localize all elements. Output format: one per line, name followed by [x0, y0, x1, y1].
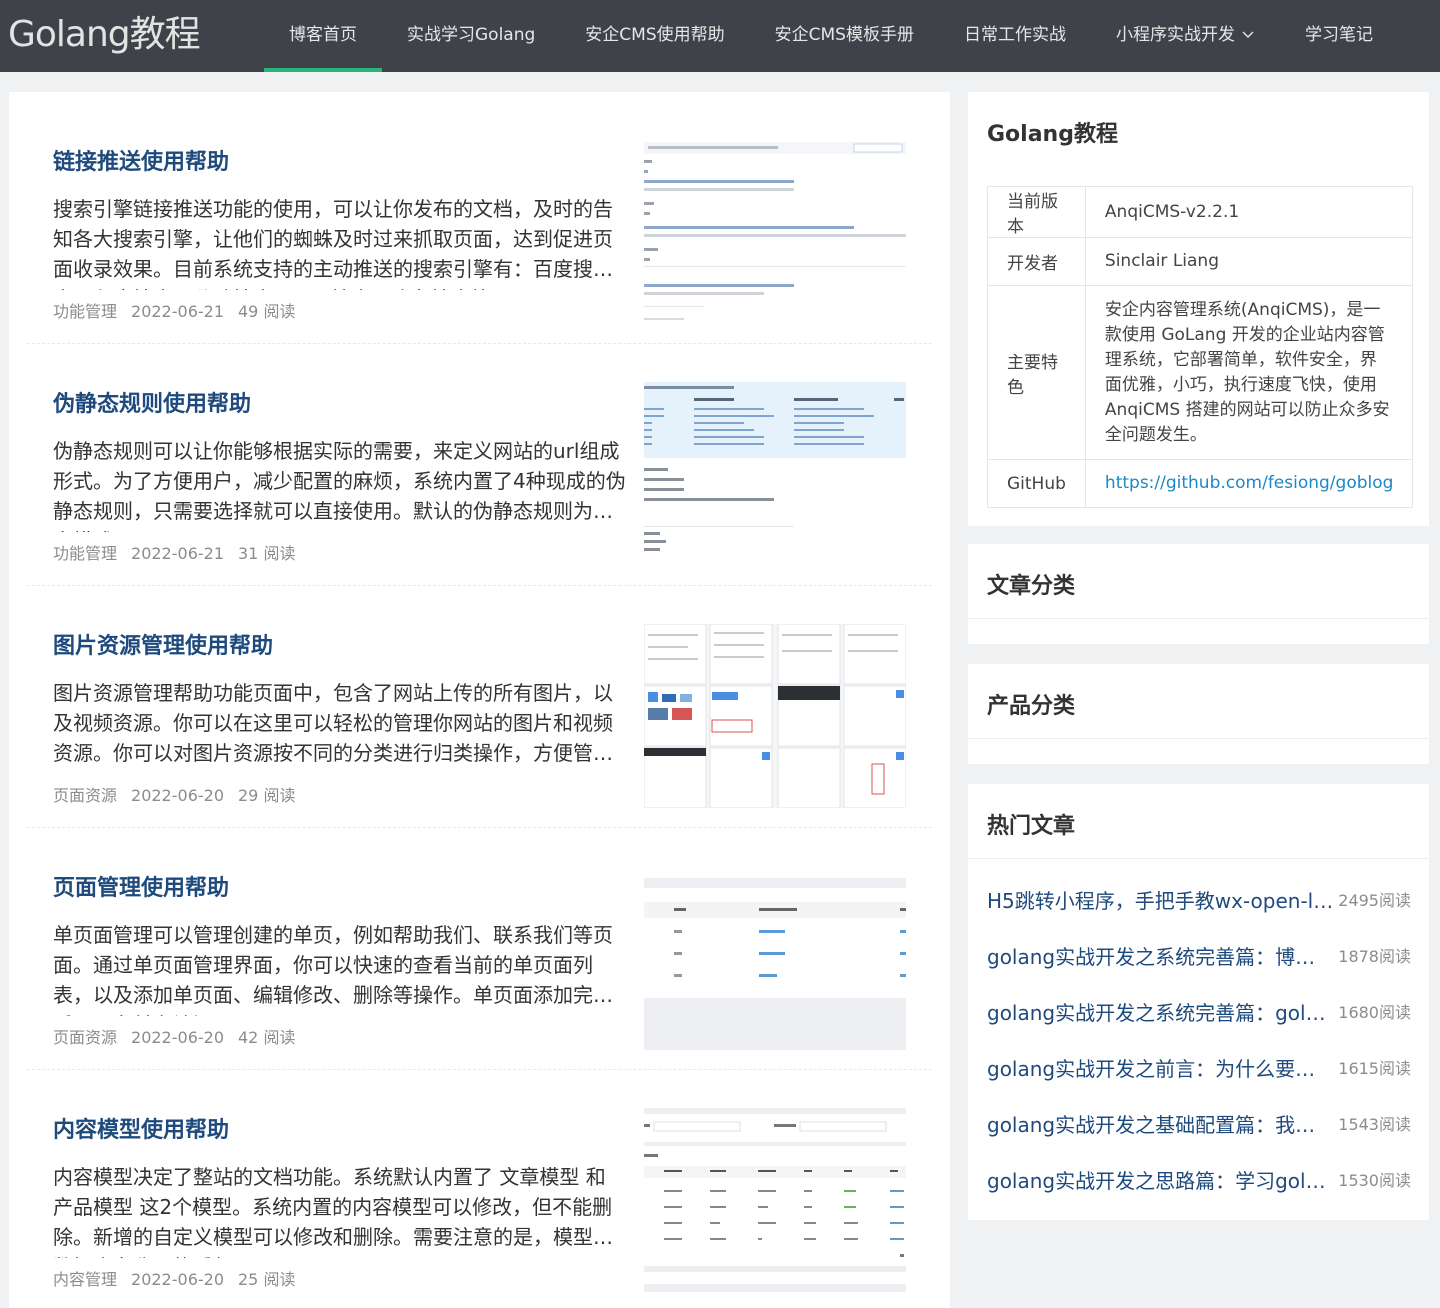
hot-article-views: 1680阅读 — [1338, 1003, 1411, 1022]
nav-item-home[interactable]: 博客首页 — [264, 0, 382, 72]
info-value-features: 安企内容管理系统(AnqiCMS)，是一款使用 GoLang 开发的企业站内容管… — [1084, 285, 1414, 460]
article-views: 31 阅读 — [238, 544, 296, 563]
site-info-table: 当前版本 AnqiCMS-v2.2.1 开发者 Sinclair Liang 主… — [987, 186, 1414, 508]
info-key: 主要特色 — [987, 285, 1086, 460]
top-navbar: Golang教程 博客首页 实战学习Golang 安企CMS使用帮助 安企CMS… — [0, 0, 1440, 72]
hot-article-item[interactable]: golang实战开发之思路篇：学习golang的思路 1530阅读 — [987, 1164, 1411, 1194]
about-card-title: Golang教程 — [987, 122, 1118, 147]
article-meta: 内容管理 2022-06-20 25 阅读 — [53, 1266, 295, 1290]
hot-article-title[interactable]: H5跳转小程序，手把手教wx-open-launch-weapp的使用 — [987, 885, 1334, 914]
article-meta: 页面资源 2022-06-20 42 阅读 — [53, 1024, 295, 1048]
article-item: 内容模型使用帮助 内容模型决定了整站的文档功能。系统默认内置了 文章模型 和 产… — [27, 1070, 932, 1308]
article-date: 2022-06-20 — [131, 786, 224, 805]
info-value-version: AnqiCMS-v2.2.1 — [1084, 186, 1414, 238]
hot-article-item[interactable]: golang实战开发之基础配置篇：我们的配置 1543阅读 — [987, 1108, 1411, 1138]
hot-article-item[interactable]: golang实战开发之前言：为什么要学习golang 1615阅读 — [987, 1052, 1411, 1082]
divider — [968, 858, 1429, 859]
nav-item-label: 博客首页 — [289, 25, 357, 45]
article-thumbnail[interactable] — [644, 866, 906, 1050]
article-thumbnail[interactable] — [644, 624, 906, 808]
article-views: 25 阅读 — [238, 1270, 296, 1289]
hot-article-item[interactable]: H5跳转小程序，手把手教wx-open-launch-weapp的使用 2495… — [987, 884, 1411, 914]
article-date: 2022-06-21 — [131, 302, 224, 321]
divider — [968, 618, 1429, 619]
site-logo[interactable]: Golang教程 — [8, 12, 201, 58]
hot-article-views: 1878阅读 — [1338, 947, 1411, 966]
divider — [968, 738, 1429, 739]
article-category[interactable]: 功能管理 — [53, 544, 117, 563]
article-date: 2022-06-20 — [131, 1028, 224, 1047]
hot-articles-title: 热门文章 — [987, 814, 1076, 839]
article-category[interactable]: 内容管理 — [53, 1270, 117, 1289]
article-category[interactable]: 功能管理 — [53, 302, 117, 321]
article-title[interactable]: 页面管理使用帮助 — [53, 870, 229, 902]
nav-item-label: 安企CMS使用帮助 — [585, 25, 725, 45]
article-title[interactable]: 图片资源管理使用帮助 — [53, 628, 273, 660]
article-thumbnail[interactable] — [644, 140, 906, 324]
article-meta: 功能管理 2022-06-21 31 阅读 — [53, 540, 295, 564]
nav-item-cms-template[interactable]: 安企CMS模板手册 — [750, 0, 939, 72]
hot-article-item[interactable]: golang实战开发之系统完善篇：博客系统完善 1878阅读 — [987, 940, 1411, 970]
hot-article-views: 1615阅读 — [1338, 1059, 1411, 1078]
hot-article-views: 1543阅读 — [1338, 1115, 1411, 1134]
info-key: GitHub — [987, 459, 1086, 508]
nav-item-label: 学习笔记 — [1304, 25, 1373, 45]
article-views: 29 阅读 — [238, 786, 296, 805]
article-thumbnail[interactable] — [644, 1108, 906, 1292]
github-link[interactable]: https://github.com/fesiong/goblog — [1105, 473, 1394, 493]
article-summary: 伪静态规则可以让你能够根据实际的需要，来定义网站的url组成形式。为了方便用户，… — [53, 439, 626, 532]
chevron-down-icon — [1241, 27, 1255, 41]
hot-articles-card: 热门文章 H5跳转小程序，手把手教wx-open-launch-weapp的使用… — [968, 784, 1429, 1220]
article-date: 2022-06-20 — [131, 1270, 224, 1289]
article-title[interactable]: 链接推送使用帮助 — [53, 144, 229, 176]
nav-item-label: 实战学习Golang — [407, 25, 536, 45]
article-meta: 功能管理 2022-06-21 49 阅读 — [53, 298, 295, 322]
about-card: Golang教程 当前版本 AnqiCMS-v2.2.1 开发者 Sinclai… — [968, 92, 1429, 526]
article-summary: 搜索引擎链接推送功能的使用，可以让你发布的文档，及时的告知各大搜索引擎，让他们的… — [53, 197, 613, 290]
article-summary: 单页面管理可以管理创建的单页，例如帮助我们、联系我们等页面。通过单页面管理界面，… — [53, 923, 613, 1016]
main-nav: 博客首页 实战学习Golang 安企CMS使用帮助 安企CMS模板手册 日常工作… — [264, 0, 1398, 72]
info-key: 开发者 — [987, 237, 1086, 286]
article-categories-card: 文章分类 — [968, 544, 1429, 644]
hot-article-title[interactable]: golang实战开发之系统完善篇：golang博客完善 — [987, 997, 1334, 1026]
info-value-developer: Sinclair Liang — [1084, 237, 1414, 286]
article-summary: 图片资源管理帮助功能页面中，包含了网站上传的所有图片，以及视频资源。你可以在这里… — [53, 681, 613, 774]
article-date: 2022-06-21 — [131, 544, 224, 563]
nav-item-label: 日常工作实战 — [963, 25, 1066, 45]
product-categories-card: 产品分类 — [968, 664, 1429, 764]
nav-item-daily-work[interactable]: 日常工作实战 — [939, 0, 1091, 72]
article-views: 49 阅读 — [238, 302, 296, 321]
nav-item-label: 安企CMS模板手册 — [774, 25, 914, 45]
article-views: 42 阅读 — [238, 1028, 296, 1047]
nav-item-label: 小程序实战开发 — [1115, 25, 1235, 45]
article-item: 图片资源管理使用帮助 图片资源管理帮助功能页面中，包含了网站上传的所有图片，以及… — [27, 586, 932, 828]
article-summary: 内容模型决定了整站的文档功能。系统默认内置了 文章模型 和 产品模型 这2个模型… — [53, 1165, 613, 1258]
hot-article-title[interactable]: golang实战开发之基础配置篇：我们的配置 — [987, 1109, 1334, 1138]
hot-article-views: 1530阅读 — [1338, 1171, 1411, 1190]
article-item: 链接推送使用帮助 搜索引擎链接推送功能的使用，可以让你发布的文档，及时的告知各大… — [27, 102, 932, 344]
article-title[interactable]: 伪静态规则使用帮助 — [53, 386, 251, 418]
nav-item-miniprogram[interactable]: 小程序实战开发 — [1091, 0, 1280, 72]
article-item: 页面管理使用帮助 单页面管理可以管理创建的单页，例如帮助我们、联系我们等页面。通… — [27, 828, 932, 1070]
hot-article-title[interactable]: golang实战开发之系统完善篇：博客系统完善 — [987, 941, 1334, 970]
hot-article-title[interactable]: golang实战开发之思路篇：学习golang的思路 — [987, 1165, 1334, 1194]
article-item: 伪静态规则使用帮助 伪静态规则可以让你能够根据实际的需要，来定义网站的url组成… — [27, 344, 932, 586]
nav-item-notes[interactable]: 学习笔记 — [1280, 0, 1398, 72]
info-key: 当前版本 — [987, 186, 1086, 238]
article-category[interactable]: 页面资源 — [53, 786, 117, 805]
hot-article-item[interactable]: golang实战开发之系统完善篇：golang博客完善 1680阅读 — [987, 996, 1411, 1026]
hot-article-views: 2495阅读 — [1338, 891, 1411, 910]
article-list: 链接推送使用帮助 搜索引擎链接推送功能的使用，可以让你发布的文档，及时的告知各大… — [9, 92, 950, 1308]
article-category[interactable]: 页面资源 — [53, 1028, 117, 1047]
article-title[interactable]: 内容模型使用帮助 — [53, 1112, 229, 1144]
nav-item-golang[interactable]: 实战学习Golang — [382, 0, 560, 72]
article-thumbnail[interactable] — [644, 382, 906, 566]
hot-article-title[interactable]: golang实战开发之前言：为什么要学习golang — [987, 1053, 1334, 1082]
info-value-github: https://github.com/fesiong/goblog — [1084, 459, 1414, 508]
product-categories-title: 产品分类 — [987, 694, 1076, 719]
article-categories-title: 文章分类 — [987, 574, 1076, 599]
article-meta: 页面资源 2022-06-20 29 阅读 — [53, 782, 295, 806]
nav-item-cms-help[interactable]: 安企CMS使用帮助 — [560, 0, 749, 72]
